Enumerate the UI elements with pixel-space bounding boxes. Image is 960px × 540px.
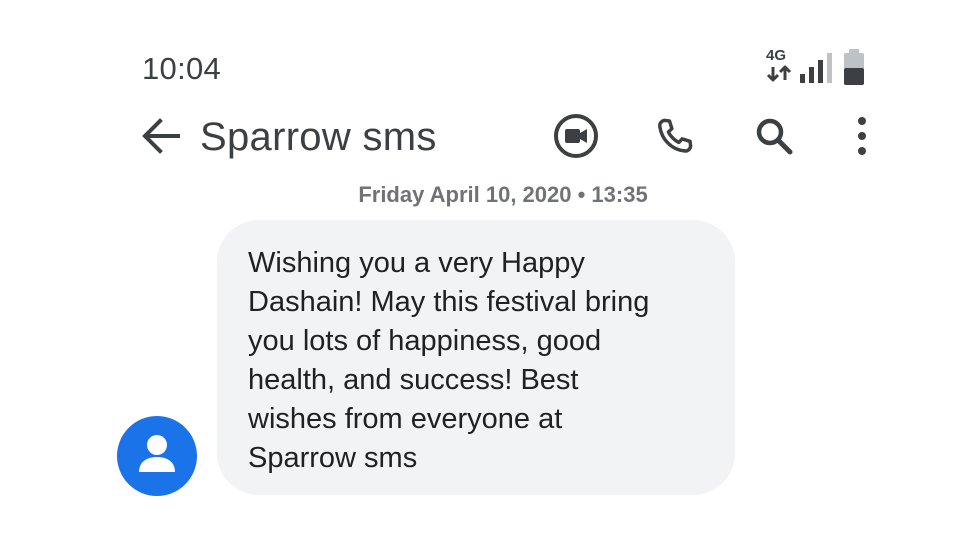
phone-icon (658, 118, 693, 153)
status-bar-time: 10:04 (142, 51, 222, 86)
data-transfer-icon (766, 65, 792, 82)
more-options-button[interactable] (836, 110, 888, 162)
back-button[interactable] (138, 113, 184, 159)
battery-icon (844, 49, 864, 85)
call-button[interactable] (649, 110, 701, 162)
more-vert-icon (858, 117, 866, 155)
message-timestamp: Friday April 10, 2020 • 13:35 (358, 182, 648, 207)
search-button[interactable] (748, 110, 800, 162)
person-icon (139, 435, 175, 472)
search-icon (756, 118, 793, 155)
video-call-button[interactable] (550, 110, 602, 162)
conversation-title: Sparrow sms (200, 115, 437, 159)
arrow-back-icon (142, 118, 180, 154)
network-type-label: 4G (766, 47, 787, 64)
status-bar-icons: 4G (764, 46, 874, 86)
video-call-icon (554, 114, 598, 158)
signal-icon (800, 53, 832, 83)
message-text: Wishing you a very Happy Dashain! May th… (248, 247, 650, 474)
message-bubble[interactable]: Wishing you a very Happy Dashain! May th… (217, 220, 735, 495)
avatar[interactable] (117, 416, 197, 496)
network-indicator: 4G (764, 48, 794, 84)
